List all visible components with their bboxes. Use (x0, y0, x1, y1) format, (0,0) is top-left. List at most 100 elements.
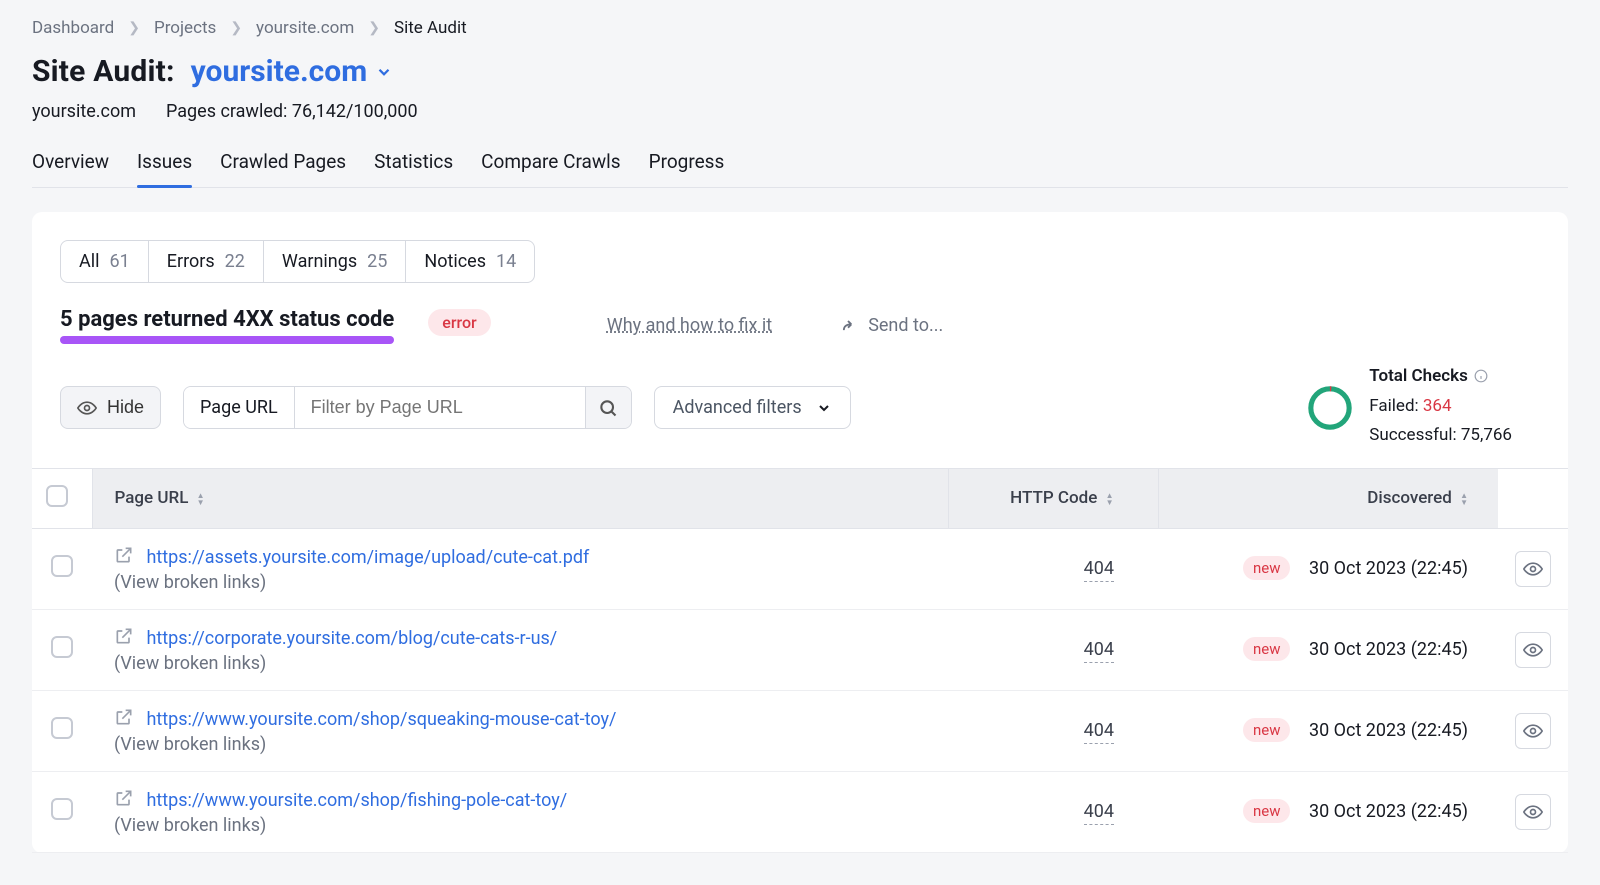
page-url-link[interactable]: https://www.yoursite.com/shop/fishing-po… (146, 790, 567, 811)
sort-arrows-icon: ▲▼ (1106, 492, 1114, 506)
progress-ring-icon (1307, 385, 1353, 431)
view-row-button[interactable] (1515, 713, 1551, 749)
send-to-button[interactable]: Send to... (838, 315, 943, 336)
discovered-date: 30 Oct 2023 (22:45) (1309, 558, 1468, 579)
col-discovered-label: Discovered (1367, 488, 1452, 508)
total-checks-text: Total Checks Failed: 364 Successful: 75,… (1369, 366, 1512, 450)
page-url-link[interactable]: https://www.yoursite.com/shop/squeaking-… (146, 709, 616, 730)
breadcrumb: Dashboard ❯ Projects ❯ yoursite.com ❯ Si… (32, 0, 1568, 48)
page-url-link[interactable]: https://assets.yoursite.com/image/upload… (146, 547, 589, 568)
table-row: https://corporate.yoursite.com/blog/cute… (32, 609, 1568, 690)
domain-selector-label: yoursite.com (191, 54, 368, 89)
eye-icon (1523, 559, 1543, 579)
select-all-checkbox[interactable] (46, 485, 68, 507)
seg-errors-label: Errors (167, 251, 215, 272)
url-filter-input[interactable] (295, 387, 585, 428)
http-code-value: 404 (1084, 801, 1114, 825)
issue-type-filter: All 61 Errors 22 Warnings 25 Notices 14 (60, 240, 535, 283)
col-discovered[interactable]: Discovered ▲▼ (1158, 468, 1498, 528)
row-checkbox[interactable] (51, 798, 73, 820)
hide-button[interactable]: Hide (60, 386, 161, 429)
info-icon[interactable] (1474, 369, 1488, 383)
tab-compare-crawls[interactable]: Compare Crawls (481, 150, 620, 187)
view-broken-links[interactable]: (View broken links) (114, 815, 266, 836)
view-row-button[interactable] (1515, 551, 1551, 587)
search-icon (598, 398, 618, 418)
chevron-down-icon (375, 63, 393, 81)
seg-all-label: All (79, 251, 100, 272)
breadcrumb-dashboard[interactable]: Dashboard (32, 18, 114, 38)
tab-progress[interactable]: Progress (649, 150, 725, 187)
seg-warnings-count: 25 (367, 251, 387, 272)
table-body: https://assets.yoursite.com/image/upload… (32, 528, 1568, 852)
view-row-button[interactable] (1515, 794, 1551, 830)
external-link-icon[interactable] (114, 788, 134, 808)
url-filter-type[interactable]: Page URL (184, 387, 295, 428)
hide-button-label: Hide (107, 397, 144, 418)
discovered-date: 30 Oct 2023 (22:45) (1309, 801, 1468, 822)
advanced-filters-button[interactable]: Advanced filters (654, 386, 851, 429)
table-row: https://assets.yoursite.com/image/upload… (32, 528, 1568, 609)
domain-selector[interactable]: yoursite.com (191, 54, 394, 89)
issue-header: 5 pages returned 4XX status code error W… (32, 307, 1568, 344)
failed-value: 364 (1423, 396, 1452, 416)
external-link-icon[interactable] (114, 626, 134, 646)
chevron-right-icon: ❯ (230, 20, 242, 36)
issues-table: Page URL ▲▼ HTTP Code ▲▼ Discovered ▲▼ h… (32, 468, 1568, 853)
col-page-url-label: Page URL (115, 488, 189, 508)
new-badge: new (1243, 718, 1291, 742)
col-page-url[interactable]: Page URL ▲▼ (92, 468, 948, 528)
issue-title: 5 pages returned 4XX status code (60, 307, 394, 332)
row-checkbox[interactable] (51, 717, 73, 739)
view-row-button[interactable] (1515, 632, 1551, 668)
eye-icon (1523, 721, 1543, 741)
external-link-icon[interactable] (114, 545, 134, 565)
breadcrumb-domain[interactable]: yoursite.com (256, 18, 354, 38)
seg-notices[interactable]: Notices 14 (406, 241, 534, 282)
sort-arrows-icon: ▲▼ (1460, 492, 1468, 506)
new-badge: new (1243, 556, 1291, 580)
breadcrumb-current: Site Audit (394, 18, 467, 38)
pages-crawled: Pages crawled: 76,142/100,000 (166, 101, 418, 122)
seg-notices-count: 14 (496, 251, 516, 272)
view-broken-links[interactable]: (View broken links) (114, 572, 266, 593)
view-broken-links[interactable]: (View broken links) (114, 734, 266, 755)
page-title: Site Audit: (32, 54, 175, 89)
search-button[interactable] (585, 387, 631, 428)
tab-overview[interactable]: Overview (32, 150, 109, 187)
seg-warnings[interactable]: Warnings 25 (264, 241, 406, 282)
chevron-right-icon: ❯ (368, 20, 380, 36)
tab-crawled-pages[interactable]: Crawled Pages (220, 150, 346, 187)
share-arrow-icon (838, 316, 858, 336)
total-checks: Total Checks Failed: 364 Successful: 75,… (1307, 366, 1540, 450)
tab-issues[interactable]: Issues (137, 150, 192, 187)
seg-warnings-label: Warnings (282, 251, 357, 272)
row-checkbox[interactable] (51, 636, 73, 658)
seg-errors[interactable]: Errors 22 (149, 241, 264, 282)
url-filter-group: Page URL (183, 386, 632, 429)
discovered-date: 30 Oct 2023 (22:45) (1309, 720, 1468, 741)
advanced-filters-label: Advanced filters (673, 397, 802, 418)
page-url-link[interactable]: https://corporate.yoursite.com/blog/cute… (146, 628, 557, 649)
seg-notices-label: Notices (424, 251, 486, 272)
external-link-icon[interactable] (114, 707, 134, 727)
nav-tabs: Overview Issues Crawled Pages Statistics… (32, 150, 1568, 188)
chevron-down-icon (816, 400, 832, 416)
seg-all[interactable]: All 61 (61, 241, 149, 282)
error-badge: error (428, 309, 490, 336)
table-row: https://www.yoursite.com/shop/squeaking-… (32, 690, 1568, 771)
chevron-right-icon: ❯ (128, 20, 140, 36)
why-how-fix-link[interactable]: Why and how to fix it (607, 315, 772, 336)
sort-arrows-icon: ▲▼ (197, 492, 205, 506)
sub-info-row: yoursite.com Pages crawled: 76,142/100,0… (32, 101, 1568, 122)
breadcrumb-projects[interactable]: Projects (154, 18, 216, 38)
row-checkbox[interactable] (51, 555, 73, 577)
view-broken-links[interactable]: (View broken links) (114, 653, 266, 674)
http-code-value: 404 (1084, 558, 1114, 582)
tab-statistics[interactable]: Statistics (374, 150, 453, 187)
failed-label: Failed: (1369, 396, 1423, 416)
sub-domain: yoursite.com (32, 101, 136, 122)
eye-icon (1523, 802, 1543, 822)
col-http-code[interactable]: HTTP Code ▲▼ (948, 468, 1158, 528)
success-label: Successful: (1369, 425, 1461, 445)
